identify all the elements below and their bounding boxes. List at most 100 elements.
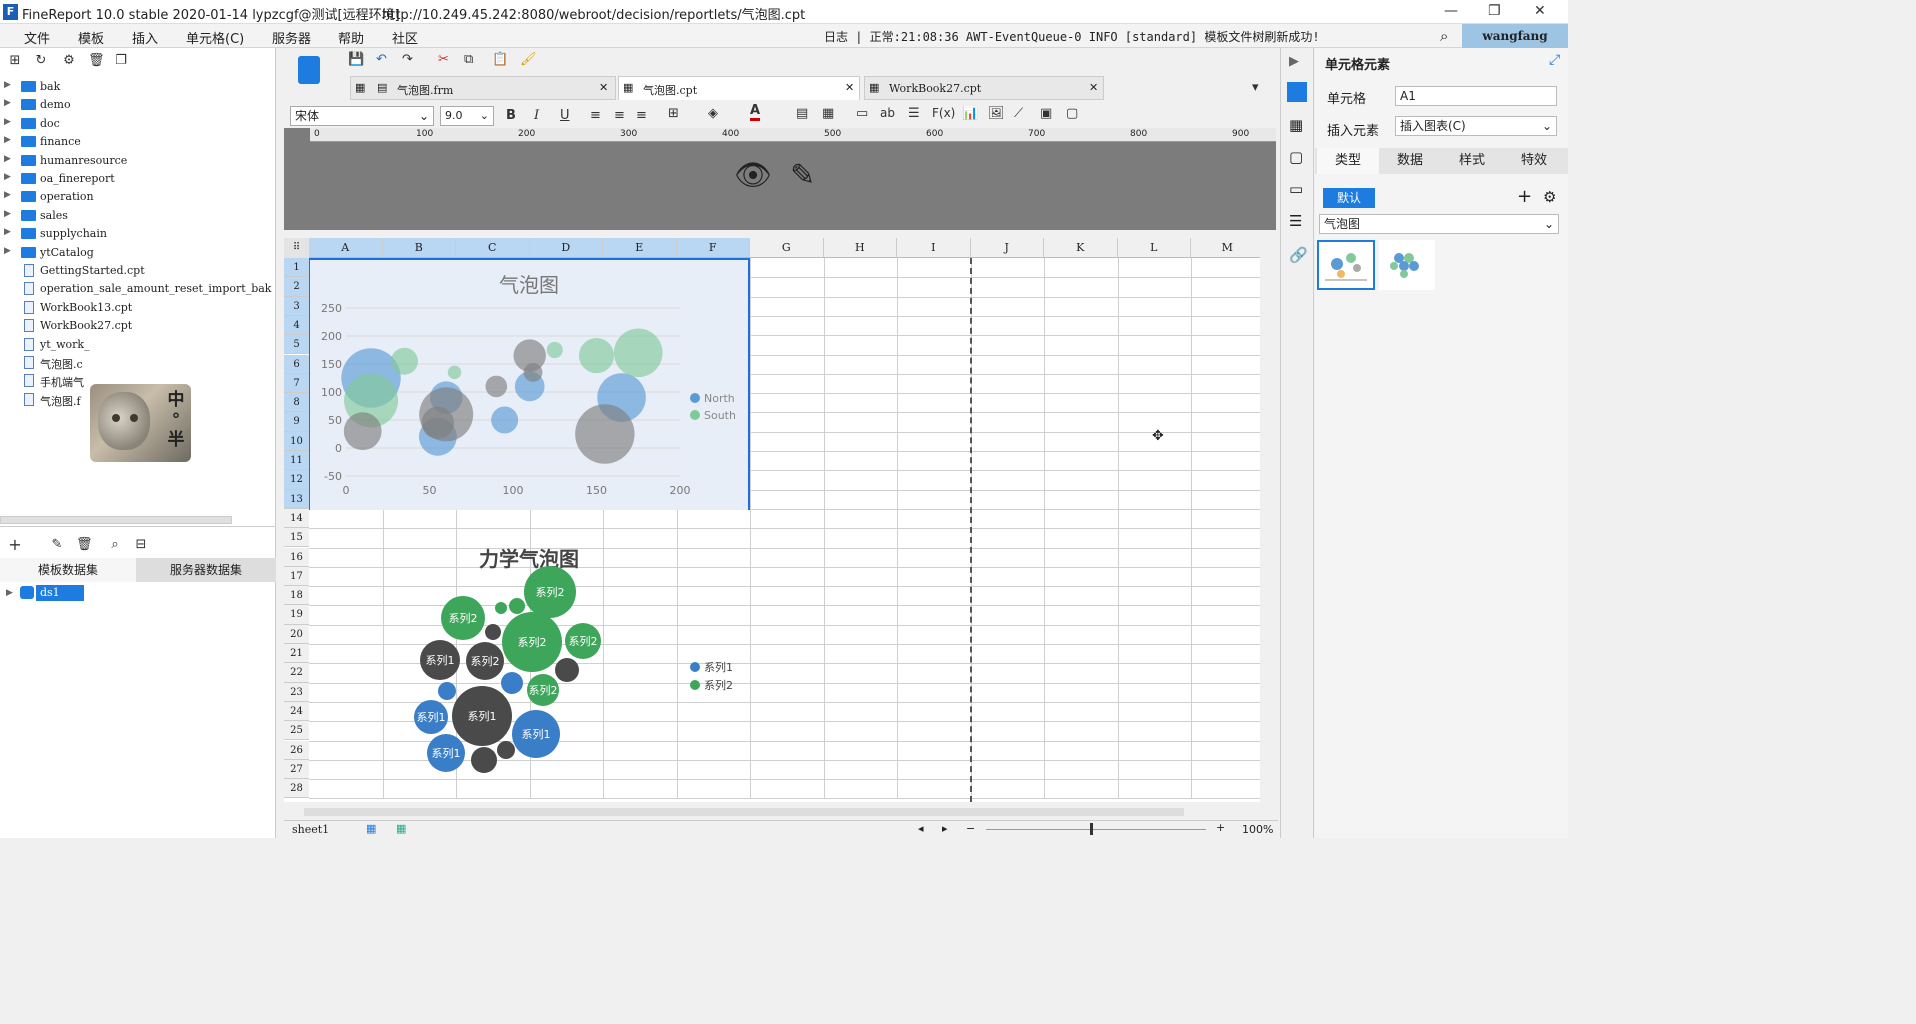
tree-folder[interactable]: ▶ oa_finereport [0, 170, 276, 188]
row-header[interactable]: 8 [284, 393, 309, 413]
row-header[interactable]: 21 [284, 644, 309, 664]
cell-attr-icon[interactable]: ▦ [1289, 116, 1303, 134]
parameter-icon[interactable]: ⊟ [134, 538, 148, 552]
designer-logo-icon[interactable] [298, 56, 320, 84]
wrap-icon[interactable]: ☰ [908, 106, 920, 121]
tree-file[interactable]: WorkBook13.cpt [0, 299, 276, 317]
force-bubble[interactable] [495, 602, 507, 614]
bubble-point[interactable] [523, 362, 543, 382]
tab-frm[interactable]: ▦ ▤ 气泡图.frm ✕ [350, 76, 616, 100]
tree-file[interactable]: GettingStarted.cpt [0, 262, 276, 280]
force-bubble-type-option[interactable] [1379, 240, 1435, 290]
redo-icon[interactable]: ↷ [402, 52, 413, 67]
row-header[interactable]: 19 [284, 605, 309, 625]
tab-template-dataset[interactable]: 模板数据集 [0, 558, 136, 582]
chart-type-select[interactable]: 气泡图 ⌄ [1319, 214, 1559, 234]
column-header[interactable]: F [676, 238, 750, 258]
float-element-icon[interactable]: ▢ [1289, 148, 1303, 166]
bubble-point[interactable] [575, 404, 635, 464]
force-bubble[interactable] [509, 598, 525, 614]
expand-icon[interactable]: ▶ [1289, 54, 1299, 69]
tab-cpt-active[interactable]: ▦ 气泡图.cpt ✕ [618, 76, 860, 100]
row-header[interactable]: 15 [284, 528, 309, 548]
expand-arrow-icon[interactable]: ▶ [4, 227, 11, 237]
row-header[interactable]: 5 [284, 335, 309, 355]
row-header[interactable]: 12 [284, 470, 309, 490]
tree-folder[interactable]: ▶ operation [0, 188, 276, 206]
row-header[interactable]: 23 [284, 682, 309, 702]
row-header[interactable]: 16 [284, 547, 309, 567]
tab-workbook27[interactable]: ▦ WorkBook27.cpt ✕ [864, 76, 1104, 100]
expand-arrow-icon[interactable]: ▶ [4, 154, 11, 164]
row-header[interactable]: 1 [284, 258, 309, 278]
add-icon[interactable]: + [1517, 186, 1532, 207]
undo-icon[interactable]: ↶ [376, 52, 387, 67]
cell-input[interactable]: A1 [1395, 86, 1557, 106]
zoom-slider[interactable] [986, 829, 1206, 830]
expand-arrow-icon[interactable]: ▶ [4, 117, 11, 127]
bubble-point[interactable] [390, 347, 418, 375]
horizontal-scrollbar[interactable] [0, 516, 232, 524]
next-icon[interactable]: ▸ [942, 822, 948, 835]
zoom-handle[interactable] [1090, 823, 1093, 835]
tab-style[interactable]: 样式 [1441, 148, 1503, 174]
cell-element-icon[interactable] [1287, 82, 1307, 102]
row-header[interactable]: 22 [284, 663, 309, 683]
refresh-icon[interactable]: ↻ [34, 54, 48, 68]
row-header[interactable]: 2 [284, 277, 309, 297]
tree-folder[interactable]: ▶ supplychain [0, 225, 276, 243]
bubble-chart[interactable]: 气泡图250200150100500-500 50 100 150 200NorthSo… [310, 260, 748, 510]
menu-cell[interactable]: 单元格(C) [186, 28, 244, 47]
bubble-point[interactable] [485, 375, 508, 398]
tree-folder[interactable]: ▶ sales [0, 207, 276, 225]
row-header[interactable]: 24 [284, 701, 309, 722]
tab-data[interactable]: 数据 [1379, 148, 1441, 174]
restore-icon[interactable]: ❐ [1488, 3, 1501, 19]
table-icon[interactable]: ▦ [822, 106, 834, 121]
copy-icon[interactable]: ❐ [114, 54, 128, 68]
align-right-icon[interactable]: ≡ [636, 108, 647, 123]
row-header[interactable]: 26 [284, 740, 309, 760]
add-sheet-icon[interactable]: ▦ [366, 822, 376, 835]
row-header[interactable]: 17 [284, 566, 309, 587]
vertical-scrollbar[interactable] [1260, 238, 1274, 802]
tab-effect[interactable]: 特效 [1503, 148, 1565, 174]
close-tab-icon[interactable]: ✕ [845, 81, 854, 94]
expand-arrow-icon[interactable]: ▶ [4, 135, 11, 145]
format-painter-icon[interactable]: 🖌 [520, 52, 537, 67]
expand-arrow-icon[interactable]: ▶ [4, 246, 11, 256]
expand-arrow-icon[interactable]: ▶ [4, 190, 11, 200]
add-dataset-icon[interactable]: + [8, 537, 22, 553]
tree-folder[interactable]: ▶ doc [0, 115, 276, 133]
legend-label[interactable]: North [704, 392, 735, 405]
new-folder-icon[interactable]: ⊞ [8, 54, 22, 68]
slash-icon[interactable]: ⟋ [1014, 106, 1023, 121]
fill-color-icon[interactable]: ◈ [708, 106, 718, 121]
tree-folder[interactable]: ▶ ytCatalog [0, 244, 276, 262]
row-header[interactable]: 9 [284, 412, 309, 432]
subreport-icon[interactable]: ▣ [1040, 106, 1052, 121]
bubble-point[interactable] [343, 412, 382, 451]
row-header[interactable]: 13 [284, 489, 309, 509]
column-header[interactable]: I [897, 238, 971, 258]
more-icon[interactable]: ▢ [1066, 106, 1078, 121]
pencil-icon[interactable]: ✎ [790, 158, 815, 193]
pin-icon[interactable]: ⤢ [1549, 52, 1560, 68]
tree-folder[interactable]: ▶ humanresource [0, 152, 276, 170]
chart-icon[interactable]: 📊 [962, 106, 978, 121]
bubble-type-option[interactable] [1317, 240, 1375, 290]
bubble-point[interactable] [491, 406, 519, 434]
align-left-icon[interactable]: ≡ [590, 108, 601, 123]
column-header[interactable]: E [603, 238, 677, 258]
force-bubble[interactable] [555, 658, 579, 682]
floating-avatar-overlay[interactable]: 中 ° 半 [90, 384, 191, 462]
tree-file[interactable]: yt_work_ [0, 336, 276, 354]
tab-menu-icon[interactable]: ▾ [1252, 80, 1259, 95]
sheet-tab[interactable]: sheet1 [292, 823, 329, 836]
close-tab-icon[interactable]: ✕ [599, 81, 608, 94]
bubble-point[interactable] [447, 365, 462, 380]
tab-type[interactable]: 类型 [1317, 148, 1379, 174]
row-header[interactable]: 27 [284, 759, 309, 780]
force-bubble[interactable] [471, 747, 497, 773]
add-form-sheet-icon[interactable]: ▦ [396, 822, 406, 835]
